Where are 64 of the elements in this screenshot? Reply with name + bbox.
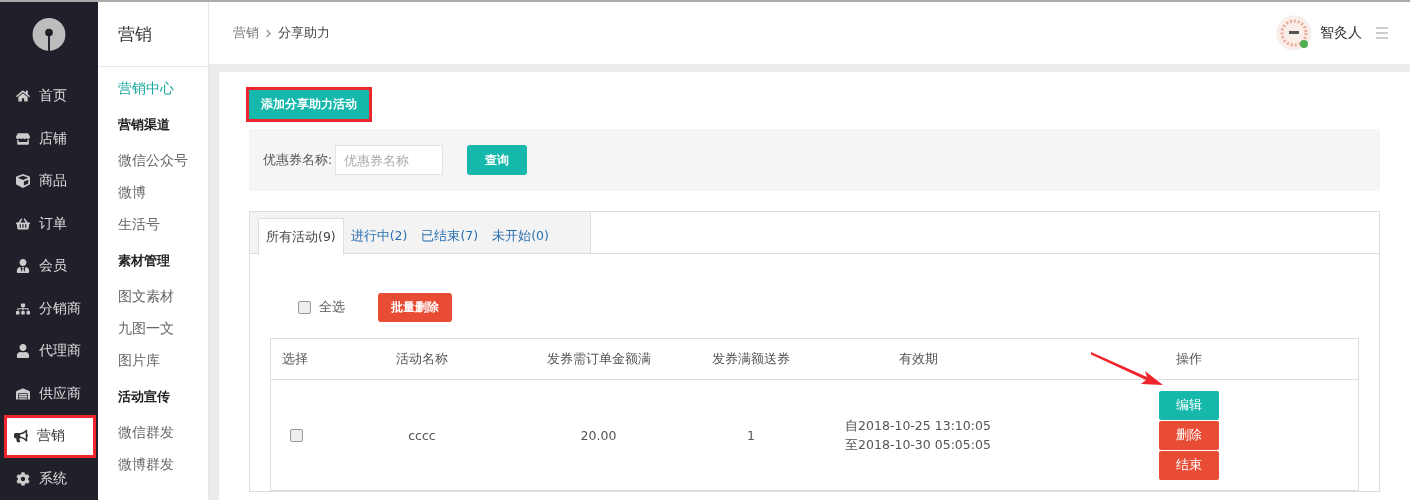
action-button[interactable]: 结束: [1159, 450, 1219, 480]
menu-item[interactable]: 九图一文: [98, 313, 208, 345]
column-header: 活动名称: [395, 350, 449, 368]
table-cell-text: 20.00: [579, 427, 618, 443]
menu-item[interactable]: 微博: [98, 177, 208, 209]
nav-item[interactable]: 订单: [0, 202, 98, 245]
nav-item[interactable]: 分销商: [0, 287, 98, 330]
menu-item[interactable]: 图片库: [98, 345, 208, 377]
validity-date: 至2018-10-30 05:05:05: [844, 436, 992, 454]
cube-icon: [16, 174, 30, 189]
menu-item[interactable]: 生活号: [98, 209, 208, 241]
megaphone-icon: [14, 429, 28, 444]
menu-item[interactable]: 微博群发: [98, 449, 208, 481]
menu-heading: 活动宣传: [117, 388, 171, 406]
select-all-label: 全选: [319, 298, 345, 316]
column-header: 选择: [281, 350, 309, 368]
nav-item[interactable]: 会员: [0, 244, 98, 288]
tab[interactable]: 未开始(0): [485, 218, 556, 254]
basket-icon: [16, 216, 30, 231]
column-header: 操作: [1175, 350, 1203, 368]
nav-item[interactable]: 代理商: [0, 329, 98, 373]
select-all-checkbox[interactable]: [298, 300, 311, 314]
menu-item[interactable]: 营销中心: [98, 73, 208, 105]
user-icon: [16, 344, 30, 359]
menu-item[interactable]: 微信公众号: [98, 145, 208, 177]
validity-date: 自2018-10-25 13:10:05: [844, 417, 992, 435]
section-title: 营销: [98, 2, 208, 67]
column-header: 有效期: [897, 350, 939, 368]
menu-heading: 素材管理: [117, 252, 171, 270]
user-name: 智灸人: [1320, 24, 1362, 42]
user-icon: [16, 259, 30, 274]
table-cell-text: 1: [746, 427, 756, 443]
breadcrumb-item: 分享助力: [278, 24, 330, 42]
home-icon: [16, 89, 30, 104]
breadcrumb-item[interactable]: 营销: [233, 24, 259, 42]
menu-heading: 营销渠道: [117, 116, 171, 134]
coupon-name-label: 优惠券名称:: [263, 151, 333, 169]
avatar[interactable]: [1276, 15, 1312, 51]
coupon-name-field[interactable]: 优惠券名称: [335, 145, 444, 175]
arrow-icon: [1091, 351, 1163, 387]
row-checkbox[interactable]: [290, 428, 303, 442]
settings-icon: [16, 471, 30, 486]
nav-item[interactable]: 首页: [0, 74, 98, 118]
action-button[interactable]: 删除: [1159, 420, 1219, 450]
nav-item[interactable]: 供应商: [0, 372, 98, 415]
tab[interactable]: 进行中(2): [343, 218, 415, 254]
nav-item[interactable]: 商品: [0, 159, 98, 203]
nav-item[interactable]: 系统: [0, 457, 98, 500]
chevron-icon: [264, 28, 273, 38]
tab[interactable]: 已结束(7): [414, 218, 486, 254]
nav-item[interactable]: 营销: [4, 415, 96, 458]
table-cell-text: cccc: [407, 427, 437, 443]
column-header: 发券需订单金额满: [545, 350, 652, 368]
column-header: 发券满额送券: [711, 350, 791, 368]
menu-icon[interactable]: [1376, 26, 1388, 40]
store-icon: [16, 131, 30, 146]
menu-item[interactable]: 微信群发: [98, 417, 208, 449]
logo-icon: [32, 18, 66, 51]
tab[interactable]: 所有活动(9): [258, 218, 344, 255]
nav-item[interactable]: 店铺: [0, 117, 98, 160]
sitemap-icon: [16, 301, 30, 316]
menu-item[interactable]: 图文素材: [98, 281, 208, 313]
warehouse-icon: [16, 386, 30, 401]
bulk-delete-button[interactable]: 批量删除: [378, 292, 452, 322]
